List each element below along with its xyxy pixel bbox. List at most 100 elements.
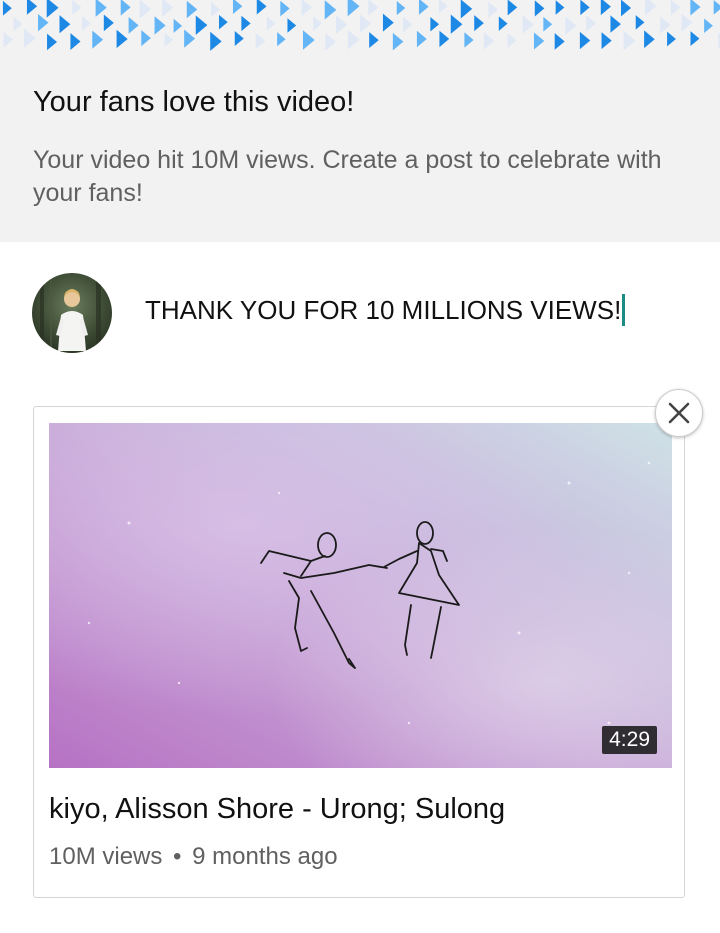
triangle-decoration xyxy=(660,16,671,34)
upload-age: 9 months ago xyxy=(192,843,338,870)
triangle-decoration xyxy=(635,15,645,30)
triangle-decoration xyxy=(128,17,139,34)
triangle-decoration xyxy=(438,0,448,14)
triangle-decoration xyxy=(2,0,12,16)
triangle-decoration xyxy=(382,13,394,32)
triangle-decoration xyxy=(670,0,681,16)
triangle-decoration xyxy=(162,0,174,17)
triangle-decoration xyxy=(601,32,612,50)
meta-separator: • xyxy=(173,843,182,870)
triangle-decoration xyxy=(534,0,545,17)
video-thumbnail[interactable]: 4:29 xyxy=(49,423,672,768)
triangle-decoration xyxy=(483,32,495,50)
triangle-decoration xyxy=(232,0,243,15)
remove-attachment-button[interactable] xyxy=(655,389,703,437)
triangle-decoration xyxy=(474,15,484,32)
dancing-couple-sketch-icon xyxy=(49,423,672,768)
triangle-decoration xyxy=(210,31,222,51)
triangle-decoration xyxy=(392,32,404,51)
triangle-decoration xyxy=(586,15,596,32)
triangle-decoration xyxy=(46,0,59,18)
close-icon xyxy=(668,402,690,424)
triangle-decoration xyxy=(507,32,517,48)
triangle-decoration xyxy=(430,17,440,32)
triangle-decoration xyxy=(141,30,151,47)
attached-video-card[interactable]: 4:29 kiyo, Alisson Shore - Urong; Sulong… xyxy=(33,406,685,898)
banner-subtitle: Your video hit 10M views. Create a post … xyxy=(33,146,662,207)
triangle-decoration xyxy=(302,30,315,50)
post-text-value: THANK YOU FOR 10 MILLIONS VIEWS! xyxy=(145,294,622,325)
triangle-decoration xyxy=(464,32,474,48)
triangle-decoration xyxy=(610,15,621,33)
triangle-decoration xyxy=(690,0,701,16)
triangle-decoration xyxy=(186,0,198,19)
triangle-decoration xyxy=(347,0,360,17)
triangle-decoration xyxy=(301,0,312,17)
triangle-decoration xyxy=(116,29,128,49)
triangle-decoration xyxy=(164,32,174,48)
triangle-decoration xyxy=(47,33,58,51)
triangle-decoration xyxy=(681,13,693,32)
triangle-decoration xyxy=(621,0,632,17)
triangle-decoration xyxy=(565,16,577,35)
triangle-decoration xyxy=(82,16,91,31)
triangle-decoration xyxy=(359,14,372,33)
text-cursor xyxy=(622,294,626,326)
triangle-decoration xyxy=(195,15,208,35)
triangle-decoration xyxy=(507,0,518,16)
triangle-decoration xyxy=(72,0,82,15)
triangle-decoration xyxy=(645,0,657,16)
channel-avatar[interactable] xyxy=(32,273,112,353)
triangle-decoration xyxy=(543,16,553,32)
video-metadata: 10M views • 9 months ago xyxy=(49,843,338,871)
triangle-decoration xyxy=(600,0,611,16)
triangle-pattern-decoration xyxy=(2,0,720,51)
triangle-decoration xyxy=(24,28,36,49)
triangle-decoration xyxy=(103,14,114,32)
banner-title: Your fans love this video! xyxy=(33,86,355,118)
triangle-decoration xyxy=(280,0,290,17)
triangle-decoration xyxy=(450,14,463,34)
triangle-decoration xyxy=(234,31,244,47)
triangle-decoration xyxy=(335,15,348,35)
triangle-decoration xyxy=(368,0,379,16)
triangle-decoration xyxy=(154,16,166,35)
triangle-decoration xyxy=(579,31,591,50)
triangle-decoration xyxy=(95,0,107,17)
triangle-decoration xyxy=(713,0,720,15)
triangle-decoration xyxy=(580,0,590,16)
triangle-decoration xyxy=(623,30,636,51)
triangle-decoration xyxy=(667,31,676,47)
triangle-decoration xyxy=(287,18,297,33)
triangle-decoration xyxy=(277,32,286,47)
triangle-decoration xyxy=(439,30,450,48)
triangle-decoration xyxy=(498,16,508,31)
triangle-decoration xyxy=(533,32,545,50)
triangle-decoration xyxy=(348,30,360,50)
triangle-decoration xyxy=(70,33,81,50)
triangle-decoration xyxy=(554,33,565,50)
triangle-decoration xyxy=(418,0,429,15)
triangle-decoration xyxy=(396,0,406,16)
triangle-decoration xyxy=(26,0,38,15)
celebration-banner: Your fans love this video! Your video hi… xyxy=(0,0,720,242)
video-title[interactable]: kiyo, Alisson Shore - Urong; Sulong xyxy=(49,793,505,826)
triangle-decoration xyxy=(219,14,228,30)
triangle-decoration xyxy=(324,0,337,20)
triangle-decoration xyxy=(555,0,565,15)
triangle-decoration xyxy=(13,16,23,32)
triangle-decoration xyxy=(241,15,251,32)
triangle-decoration xyxy=(644,30,655,49)
triangle-decoration xyxy=(313,16,323,32)
post-text-input[interactable]: THANK YOU FOR 10 MILLIONS VIEWS! xyxy=(145,294,626,326)
triangle-decoration xyxy=(92,30,104,49)
triangle-decoration xyxy=(325,33,336,51)
triangle-decoration xyxy=(184,29,196,48)
triangle-decoration xyxy=(120,0,131,16)
triangle-decoration xyxy=(488,1,499,18)
triangle-decoration xyxy=(416,30,427,48)
triangle-decoration xyxy=(59,15,71,34)
triangle-decoration xyxy=(460,0,473,19)
triangle-decoration xyxy=(173,18,183,33)
triangle-decoration xyxy=(210,1,221,18)
